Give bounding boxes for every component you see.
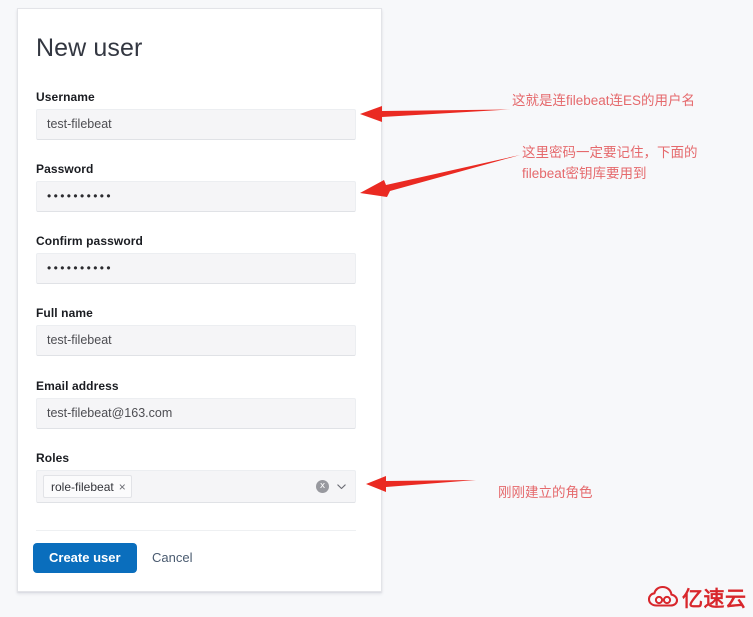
full-name-label: Full name (36, 306, 93, 320)
clear-selection-icon[interactable]: x (316, 480, 329, 493)
annotation-username-text: 这就是连filebeat连ES的用户名 (512, 93, 696, 108)
form-divider (36, 530, 356, 531)
password-field: Password •••••••••• (36, 162, 356, 212)
create-user-button[interactable]: Create user (33, 543, 137, 573)
watermark: 亿速云 (647, 585, 747, 614)
username-field: Username test-filebeat (36, 90, 356, 140)
remove-role-icon[interactable]: × (119, 481, 126, 493)
annotation-roles-text: 刚刚建立的角色 (498, 485, 593, 500)
full-name-field: Full name test-filebeat (36, 306, 356, 356)
cancel-button[interactable]: Cancel (152, 543, 192, 573)
cloud-logo-icon (647, 585, 679, 614)
confirm-password-input[interactable]: •••••••••• (36, 253, 356, 284)
email-address-label: Email address (36, 379, 119, 393)
password-input[interactable]: •••••••••• (36, 181, 356, 212)
confirm-password-field: Confirm password •••••••••• (36, 234, 356, 284)
email-address-input[interactable]: test-filebeat@163.com (36, 398, 356, 429)
annotation-arrow-username (360, 106, 510, 122)
chevron-down-icon[interactable] (336, 481, 347, 492)
username-input[interactable]: test-filebeat (36, 109, 356, 140)
roles-field: Roles role-filebeat × x (36, 451, 356, 503)
combobox-actions: x (316, 471, 347, 502)
new-user-form-card: New user Username test-filebeat Password… (17, 8, 382, 592)
role-pill-label: role-filebeat (51, 479, 114, 494)
annotation-password-text: 这里密码一定要记住，下面的 filebeat密钥库要用到 (522, 145, 698, 181)
watermark-text: 亿速云 (682, 588, 747, 611)
page-title: New user (36, 34, 143, 62)
username-label: Username (36, 90, 95, 104)
roles-combobox[interactable]: role-filebeat × x (36, 470, 356, 503)
annotation-arrow-roles (366, 476, 476, 492)
password-label: Password (36, 162, 94, 176)
full-name-input[interactable]: test-filebeat (36, 325, 356, 356)
annotation-arrow-password (360, 155, 520, 197)
email-address-field: Email address test-filebeat@163.com (36, 379, 356, 429)
role-pill-role-filebeat[interactable]: role-filebeat × (43, 475, 132, 498)
roles-label: Roles (36, 451, 70, 465)
confirm-password-label: Confirm password (36, 234, 143, 248)
